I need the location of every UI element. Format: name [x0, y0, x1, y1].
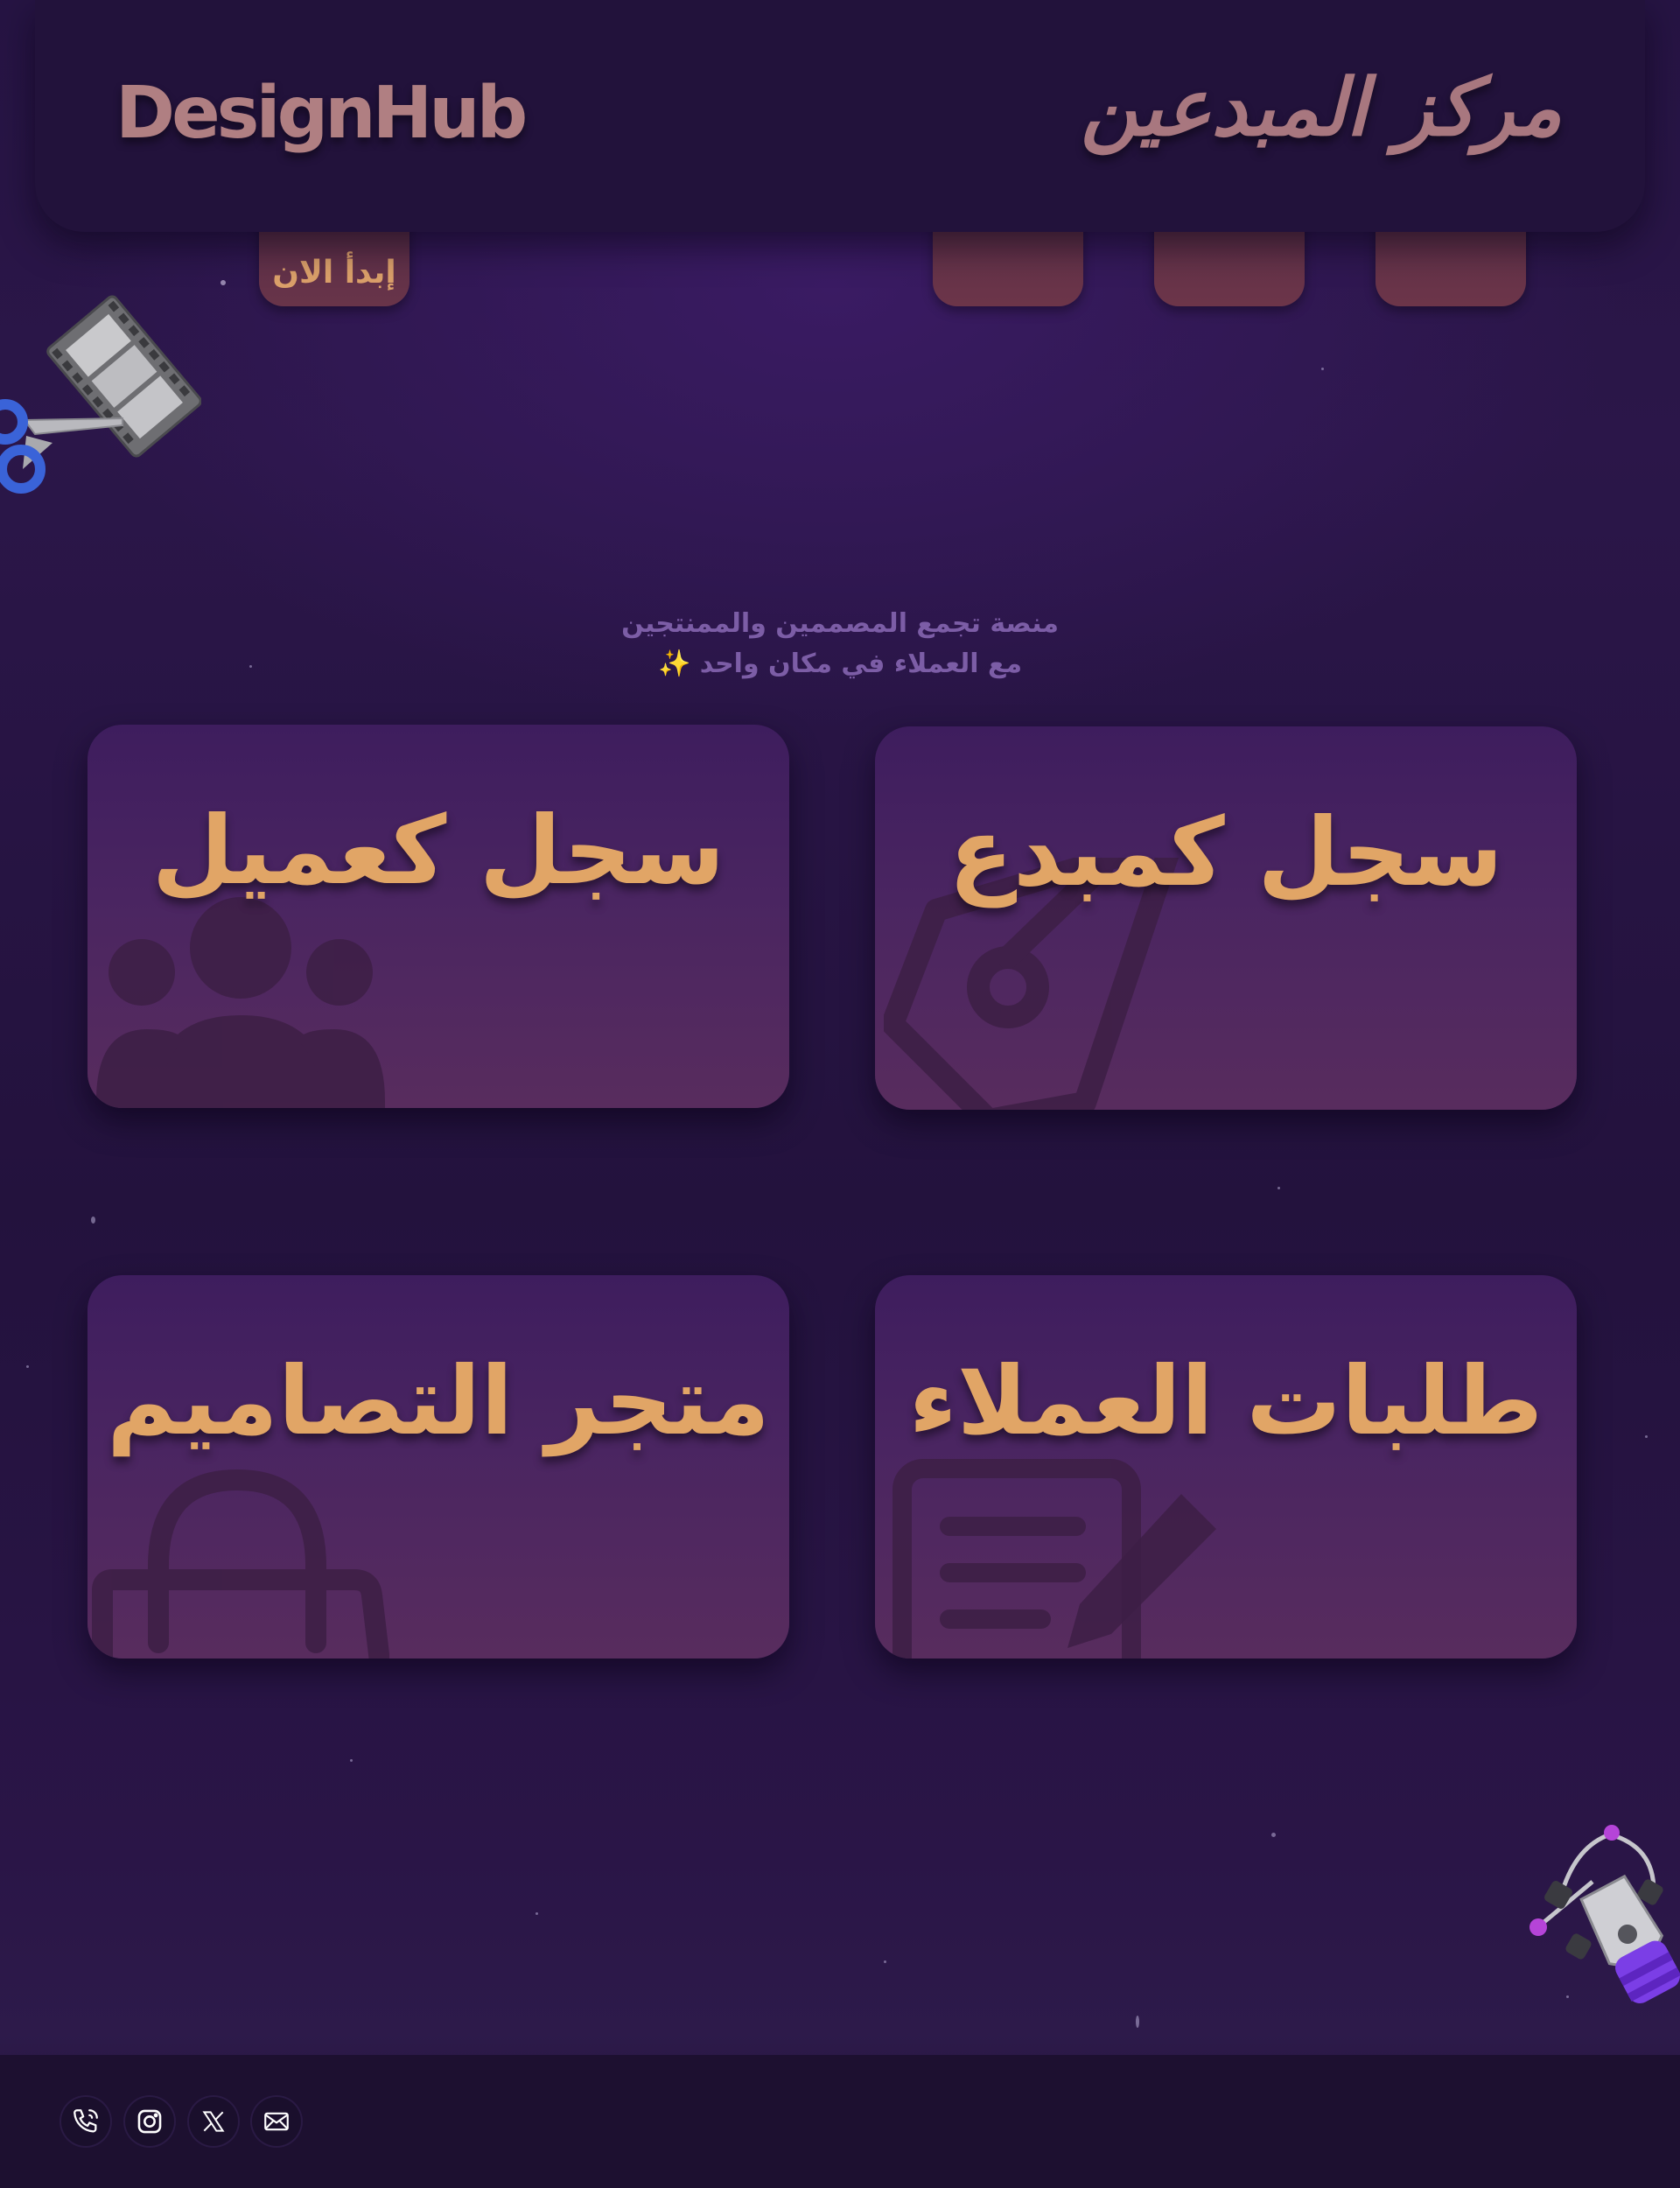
star: [26, 1365, 29, 1368]
card-title: سجل كمبدع: [948, 798, 1503, 908]
brand-logo-ar[interactable]: مركز المبدعين: [1081, 61, 1562, 154]
card-title: طلبات العملاء: [908, 1347, 1544, 1456]
star: [249, 665, 252, 668]
card-register-creator[interactable]: سجل كمبدع: [875, 726, 1577, 1110]
vector-pen-tool-icon: [1522, 1820, 1680, 2015]
star: [350, 1759, 353, 1762]
star: [1321, 368, 1324, 370]
x-icon[interactable]: [189, 2097, 238, 2146]
card-client-requests[interactable]: طلبات العملاء: [875, 1275, 1577, 1659]
phone-icon[interactable]: [61, 2097, 110, 2146]
start-now-label: إبدأ الان: [272, 255, 396, 291]
document-edit-icon: [892, 1459, 1216, 1659]
star: [220, 280, 226, 285]
star: [1271, 1833, 1276, 1837]
star: [91, 1217, 95, 1224]
shopping-bag-icon: [92, 1469, 389, 1659]
film-scissors-icon: [0, 289, 202, 508]
users-icon: [96, 897, 385, 1108]
site-header: DesignHub مركز المبدعين: [35, 0, 1645, 232]
star: [1278, 1187, 1280, 1189]
star: [884, 1960, 886, 1963]
star: [1645, 1435, 1648, 1438]
card-design-store[interactable]: متجر التصاميم: [88, 1275, 789, 1659]
card-title: متجر التصاميم: [107, 1347, 770, 1456]
tagline-line-2: مع العملاء في مكان واحد ✨: [657, 649, 1023, 679]
brand-logo-en[interactable]: DesignHub: [116, 72, 528, 155]
instagram-icon[interactable]: [125, 2097, 174, 2146]
card-register-client[interactable]: سجل كعميل: [88, 725, 789, 1108]
hero-tagline: منصة تجمع المصممين والممنتجين مع العملاء…: [490, 604, 1190, 684]
card-title: سجل كعميل: [151, 796, 725, 906]
star: [1136, 2016, 1139, 2028]
mail-icon[interactable]: [252, 2097, 301, 2146]
star: [536, 1912, 538, 1915]
tagline-line-1: منصة تجمع المصممين والممنتجين: [621, 608, 1059, 639]
